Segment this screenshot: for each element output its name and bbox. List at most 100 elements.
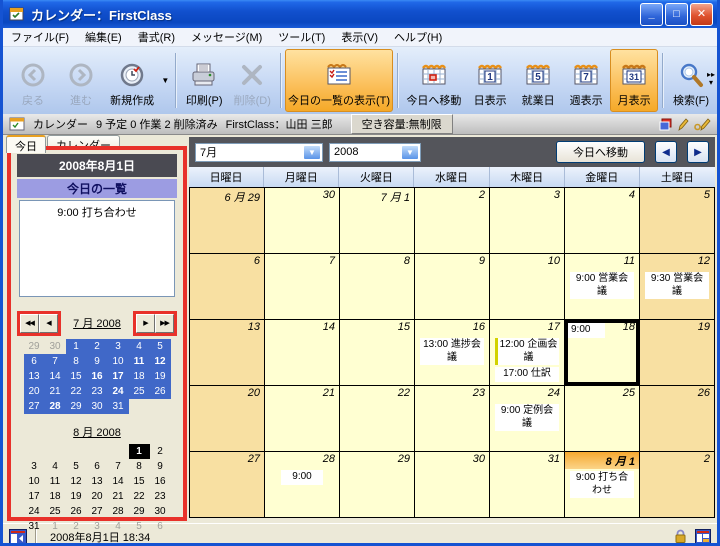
mini-day[interactable]: 10 xyxy=(24,474,45,489)
layers-icon[interactable] xyxy=(659,118,673,131)
mini-day[interactable]: 24 xyxy=(24,504,45,519)
mini-day[interactable]: 9 xyxy=(150,459,171,474)
lock-icon[interactable] xyxy=(674,529,687,544)
calendar-cell[interactable]: 249:00 定例会議 xyxy=(490,386,565,452)
pencil-icon[interactable] xyxy=(678,118,689,131)
event-chip[interactable]: 9:00 打ち合わせ xyxy=(570,471,634,498)
mini-day[interactable]: 5 xyxy=(66,459,87,474)
event-chip[interactable]: 9:30 営業会議 xyxy=(645,272,709,299)
mini-day[interactable]: 11 xyxy=(129,354,150,369)
calendar-cell[interactable]: 14 xyxy=(265,320,340,386)
close-button[interactable]: ✕ xyxy=(690,3,713,26)
calendar-cell[interactable]: 29 xyxy=(340,452,415,518)
layout-icon[interactable] xyxy=(695,529,711,544)
calendar-cell[interactable]: 1712:00 企画会議17:00 仕訳 xyxy=(490,320,565,386)
event-chip[interactable]: 9:00 定例会議 xyxy=(495,404,559,431)
mini-day[interactable]: 4 xyxy=(45,459,66,474)
calendar-cell[interactable]: 10 xyxy=(490,254,565,320)
mini-day[interactable]: 29 xyxy=(129,504,150,519)
back-button[interactable]: 戻る xyxy=(9,49,57,112)
mini-day[interactable]: 24 xyxy=(108,384,129,399)
forward-button[interactable]: 進む xyxy=(57,49,105,112)
calendar-cell[interactable]: 5 xyxy=(640,188,715,254)
mini-day[interactable]: 19 xyxy=(66,489,87,504)
year-select[interactable]: 2008 ▼ xyxy=(329,143,421,162)
menu-help[interactable]: ヘルプ(H) xyxy=(394,29,442,45)
mini-day[interactable]: 9 xyxy=(87,354,108,369)
mini-day[interactable]: 28 xyxy=(45,399,66,414)
delete-button[interactable]: 削除(D) xyxy=(228,49,276,112)
mini-day[interactable]: 2 xyxy=(66,519,87,534)
mini-day[interactable]: 30 xyxy=(87,399,108,414)
calendar-cell[interactable]: 21 xyxy=(265,386,340,452)
new-button[interactable]: 新規作成 xyxy=(105,49,159,112)
event-chip[interactable]: 9:00 xyxy=(281,470,324,485)
calendar-cell[interactable]: 6 月 29 xyxy=(190,188,265,254)
mini-day[interactable]: 30 xyxy=(150,504,171,519)
mini-day[interactable]: 21 xyxy=(45,384,66,399)
calendar-cell[interactable]: 30 xyxy=(265,188,340,254)
mini-day[interactable]: 31 xyxy=(24,519,45,534)
mini-day[interactable]: 23 xyxy=(87,384,108,399)
mini-day[interactable]: 16 xyxy=(150,474,171,489)
calendar-cell[interactable]: 2 xyxy=(640,452,715,518)
mini-day[interactable]: 17 xyxy=(108,369,129,384)
mini-day[interactable]: 14 xyxy=(45,369,66,384)
calendar-cell[interactable]: 129:30 営業会議 xyxy=(640,254,715,320)
menu-tools[interactable]: ツール(T) xyxy=(278,29,325,45)
calendar-cell[interactable]: 13 xyxy=(190,320,265,386)
menu-file[interactable]: ファイル(F) xyxy=(11,29,69,45)
calendar-cell[interactable]: 26 xyxy=(640,386,715,452)
calendar-cell[interactable]: 1613:00 進捗会議 xyxy=(415,320,490,386)
mini-day[interactable]: 6 xyxy=(150,519,171,534)
menu-view[interactable]: 表示(V) xyxy=(341,29,378,45)
mini-day[interactable]: 23 xyxy=(150,489,171,504)
calendar-cell[interactable]: 23 xyxy=(415,386,490,452)
calendar-cell[interactable]: 15 xyxy=(340,320,415,386)
minimize-button[interactable]: _ xyxy=(640,3,663,26)
week-view-button[interactable]: 7 週表示 xyxy=(562,49,610,112)
mini-day[interactable]: 26 xyxy=(66,504,87,519)
calendar-cell[interactable]: 6 xyxy=(190,254,265,320)
goto-today-button[interactable]: 今日へ移動 xyxy=(402,49,466,112)
calendar-cell-today[interactable]: 8 月 19:00 打ち合わせ xyxy=(565,452,640,518)
prev-year-button[interactable]: ◀◀ xyxy=(20,314,39,333)
calendar-cell[interactable]: 19 xyxy=(640,320,715,386)
mini-day[interactable]: 1 xyxy=(129,444,150,459)
toolbar-overflow-icon[interactable]: ▸▸▾ xyxy=(707,71,715,87)
menu-format[interactable]: 書式(R) xyxy=(138,29,175,45)
mini-day[interactable]: 5 xyxy=(150,339,171,354)
menu-message[interactable]: メッセージ(M) xyxy=(191,29,262,45)
calendar-cell[interactable]: 30 xyxy=(415,452,490,518)
today-event-list[interactable]: 9:00 打ち合わせ xyxy=(19,200,175,297)
calendar-cell[interactable]: 7 xyxy=(265,254,340,320)
mini-calendar-july-title[interactable]: 7 月 2008 xyxy=(61,315,133,331)
mini-day[interactable]: 7 xyxy=(45,354,66,369)
mini-day[interactable]: 15 xyxy=(66,369,87,384)
mini-day[interactable]: 10 xyxy=(108,354,129,369)
mini-day[interactable]: 3 xyxy=(108,339,129,354)
key-pencil-icon[interactable] xyxy=(694,118,711,131)
mini-day[interactable]: 26 xyxy=(150,384,171,399)
event-chip[interactable]: 13:00 進捗会議 xyxy=(420,338,484,365)
mini-day[interactable]: 31 xyxy=(108,399,129,414)
mini-day[interactable]: 18 xyxy=(45,489,66,504)
mini-day[interactable]: 16 xyxy=(87,369,108,384)
mini-day[interactable]: 2 xyxy=(150,444,171,459)
mini-day[interactable]: 29 xyxy=(24,339,45,354)
event-chip[interactable]: 9:00 xyxy=(568,323,605,338)
event-chip[interactable]: 9:00 営業会議 xyxy=(570,272,634,299)
menu-edit[interactable]: 編集(E) xyxy=(85,29,122,45)
mini-day[interactable]: 30 xyxy=(45,339,66,354)
mini-day[interactable]: 25 xyxy=(45,504,66,519)
prev-month-button[interactable]: ◀ xyxy=(39,314,58,333)
mini-day[interactable]: 18 xyxy=(129,369,150,384)
mini-day[interactable]: 12 xyxy=(150,354,171,369)
mini-day[interactable]: 5 xyxy=(129,519,150,534)
mini-day[interactable]: 25 xyxy=(129,384,150,399)
calendar-cell[interactable]: 3 xyxy=(490,188,565,254)
mini-day[interactable]: 21 xyxy=(108,489,129,504)
mini-day[interactable]: 3 xyxy=(87,519,108,534)
calendar-cell[interactable]: 4 xyxy=(565,188,640,254)
mini-calendar-august-title[interactable]: 8 月 2008 xyxy=(15,424,179,440)
